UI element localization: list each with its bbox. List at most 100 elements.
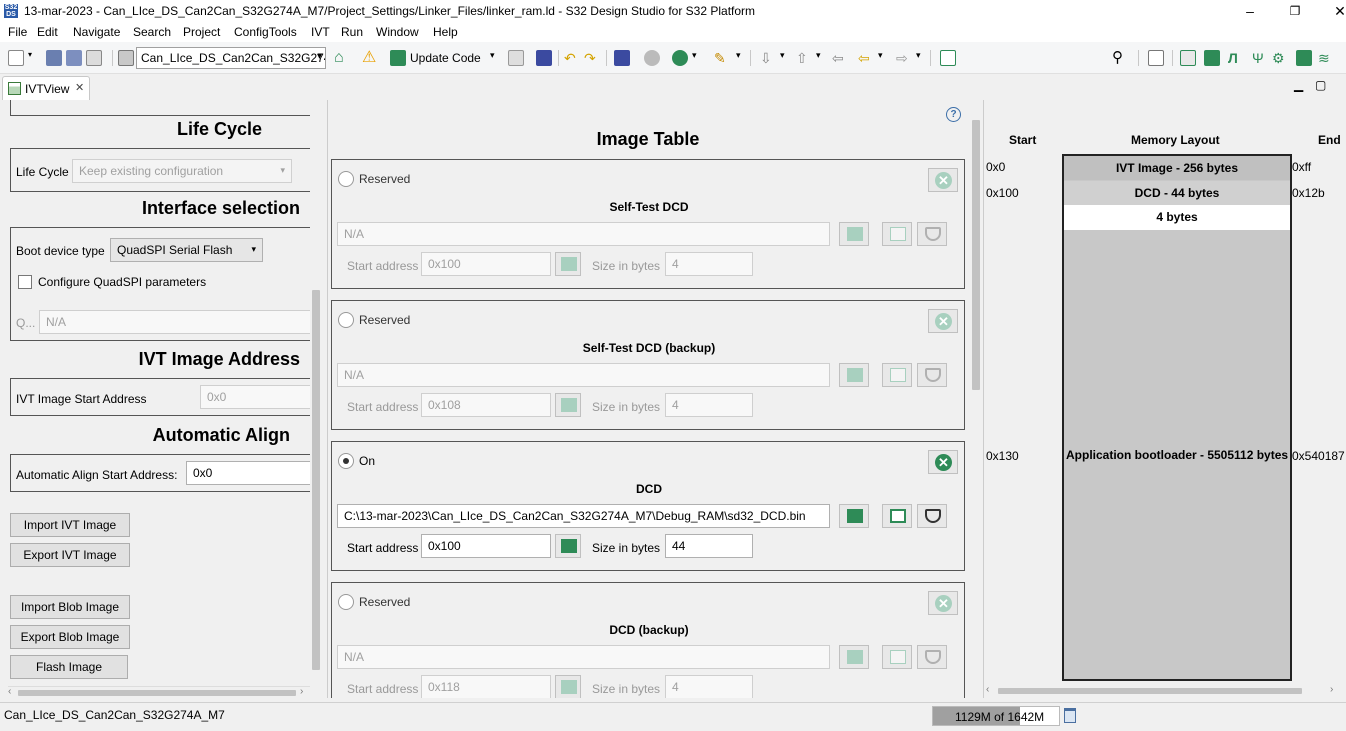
delete-entry-button[interactable]: ✕ xyxy=(928,591,958,615)
heap-status[interactable]: 1129M of 1642M xyxy=(932,706,1060,726)
life-cycle-dropdown[interactable]: Keep existing configuration ▾ xyxy=(72,159,292,183)
file-icon[interactable] xyxy=(508,50,524,66)
export-ivt-image-button[interactable]: Export IVT Image xyxy=(10,543,130,567)
quadspi-param-field[interactable]: N/A xyxy=(39,310,319,334)
size-field[interactable]: 44 xyxy=(665,534,753,558)
security-button[interactable] xyxy=(917,504,947,528)
chip-icon[interactable] xyxy=(118,50,134,66)
update-code-button[interactable]: Update Code xyxy=(410,51,481,65)
menu-help[interactable]: Help xyxy=(433,25,458,39)
delete-entry-button[interactable]: ✕ xyxy=(928,309,958,333)
security-button[interactable] xyxy=(917,363,947,387)
prev-annotation-icon[interactable]: ⇧ xyxy=(796,50,812,66)
memory-block-application[interactable]: Application bootloader - 5505112 bytes xyxy=(1064,230,1290,679)
browse-button[interactable] xyxy=(839,363,869,387)
left-horizontal-scrollbar[interactable]: ‹ › xyxy=(8,686,310,698)
lock-button[interactable] xyxy=(555,534,581,558)
tab-ivtview[interactable]: IVTView ✕ xyxy=(2,76,90,100)
project-combo[interactable]: Can_LIce_DS_Can2Can_S32G274 ▾ xyxy=(136,47,326,69)
terminal-icon[interactable] xyxy=(614,50,630,66)
qe-icon[interactable]: ⚙ xyxy=(1272,50,1288,66)
menu-configtools[interactable]: ConfigTools xyxy=(234,25,297,39)
memory-block-dcd[interactable]: DCD - 44 bytes xyxy=(1064,181,1290,205)
help-icon[interactable]: ? xyxy=(946,107,961,122)
menu-window[interactable]: Window xyxy=(376,25,419,39)
trash-icon[interactable] xyxy=(1064,708,1076,723)
boot-device-dropdown[interactable]: QuadSPI Serial Flash ▾ xyxy=(110,238,263,262)
memory-block-ivt[interactable]: IVT Image - 256 bytes xyxy=(1064,156,1290,180)
clocks-icon[interactable]: Л xyxy=(1228,50,1244,66)
build-icon[interactable] xyxy=(86,50,102,66)
minimize-button[interactable]: – xyxy=(1240,2,1260,20)
new-icon[interactable] xyxy=(8,50,24,66)
size-field[interactable]: 4 xyxy=(665,252,753,276)
ivt-icon[interactable] xyxy=(1296,50,1312,66)
restore-button[interactable]: ❐ xyxy=(1285,2,1305,20)
lock-button[interactable] xyxy=(555,675,581,698)
chevron-down-icon[interactable]: ▾ xyxy=(28,50,36,66)
view-file-button[interactable] xyxy=(882,222,912,246)
chevron-down-icon[interactable]: ▾ xyxy=(780,50,788,66)
entry-radio[interactable] xyxy=(338,312,354,328)
dcd-icon[interactable]: ≋ xyxy=(1318,50,1334,66)
memory-horizontal-scrollbar[interactable]: ‹ › xyxy=(986,684,1338,697)
entry-path-field[interactable]: N/A xyxy=(337,363,830,387)
entry-radio[interactable] xyxy=(338,594,354,610)
memory-hscroll-thumb[interactable] xyxy=(998,688,1302,694)
browse-button[interactable] xyxy=(839,222,869,246)
entry-path-field[interactable]: N/A xyxy=(337,645,830,669)
flash-image-button[interactable]: Flash Image xyxy=(10,655,128,679)
entry-path-field[interactable]: N/A xyxy=(337,222,830,246)
import-blob-image-button[interactable]: Import Blob Image xyxy=(10,595,130,619)
export-blob-image-button[interactable]: Export Blob Image xyxy=(10,625,130,649)
forward-icon[interactable]: ⇨ xyxy=(896,50,912,66)
chevron-down-icon[interactable]: ▾ xyxy=(490,50,498,66)
close-icon[interactable]: ✕ xyxy=(75,81,84,94)
left-hscroll-thumb[interactable] xyxy=(18,690,296,696)
last-edit-icon[interactable]: ⇦ xyxy=(832,50,848,66)
wand-icon[interactable]: ✎ xyxy=(714,50,730,66)
chevron-down-icon[interactable]: ▾ xyxy=(816,50,824,66)
ddr-icon[interactable]: Ψ xyxy=(1252,50,1268,66)
gear-icon[interactable] xyxy=(644,50,660,66)
size-field[interactable]: 4 xyxy=(665,675,753,698)
menu-file[interactable]: File xyxy=(8,25,27,39)
chevron-down-icon[interactable]: ▾ xyxy=(878,50,886,66)
size-field[interactable]: 4 xyxy=(665,393,753,417)
back-icon[interactable]: ⇦ xyxy=(858,50,874,66)
debug-chip-icon[interactable] xyxy=(536,50,552,66)
menu-project[interactable]: Project xyxy=(183,25,220,39)
image-table-vertical-scrollbar[interactable] xyxy=(970,110,982,696)
redo-icon[interactable]: ↷ xyxy=(584,50,600,66)
image-table-scroll-thumb[interactable] xyxy=(972,120,980,390)
memory-block-gap[interactable]: 4 bytes xyxy=(1064,205,1290,230)
pins-icon[interactable] xyxy=(1180,50,1196,66)
minimize-view-icon[interactable]: ▁ xyxy=(1294,78,1303,92)
left-vertical-scrollbar[interactable] xyxy=(310,100,322,686)
save-all-icon[interactable] xyxy=(66,50,82,66)
entry-radio[interactable] xyxy=(338,171,354,187)
peripherals-icon[interactable] xyxy=(1204,50,1220,66)
view-file-button[interactable] xyxy=(882,645,912,669)
close-window-button[interactable]: ✕ xyxy=(1330,2,1346,20)
open-perspective-icon[interactable] xyxy=(940,50,956,66)
start-address-field[interactable]: 0x118 xyxy=(421,675,551,698)
menu-edit[interactable]: Edit xyxy=(37,25,58,39)
browse-button[interactable] xyxy=(839,504,869,528)
lock-button[interactable] xyxy=(555,252,581,276)
view-file-button[interactable] xyxy=(882,504,912,528)
warning-icon[interactable]: ⚠ xyxy=(362,50,378,66)
start-address-field[interactable]: 0x100 xyxy=(421,252,551,276)
entry-radio[interactable] xyxy=(338,453,354,469)
menu-search[interactable]: Search xyxy=(133,25,171,39)
ivt-start-field[interactable]: 0x0 xyxy=(200,385,320,409)
save-icon[interactable] xyxy=(46,50,62,66)
perspective-icon[interactable] xyxy=(1148,50,1164,66)
chevron-down-icon[interactable]: ▾ xyxy=(916,50,924,66)
chevron-down-icon[interactable]: ▾ xyxy=(692,50,700,66)
import-ivt-image-button[interactable]: Import IVT Image xyxy=(10,513,130,537)
start-address-field[interactable]: 0x100 xyxy=(421,534,551,558)
next-annotation-icon[interactable]: ⇩ xyxy=(760,50,776,66)
undo-icon[interactable]: ↶ xyxy=(564,50,580,66)
lock-button[interactable] xyxy=(555,393,581,417)
